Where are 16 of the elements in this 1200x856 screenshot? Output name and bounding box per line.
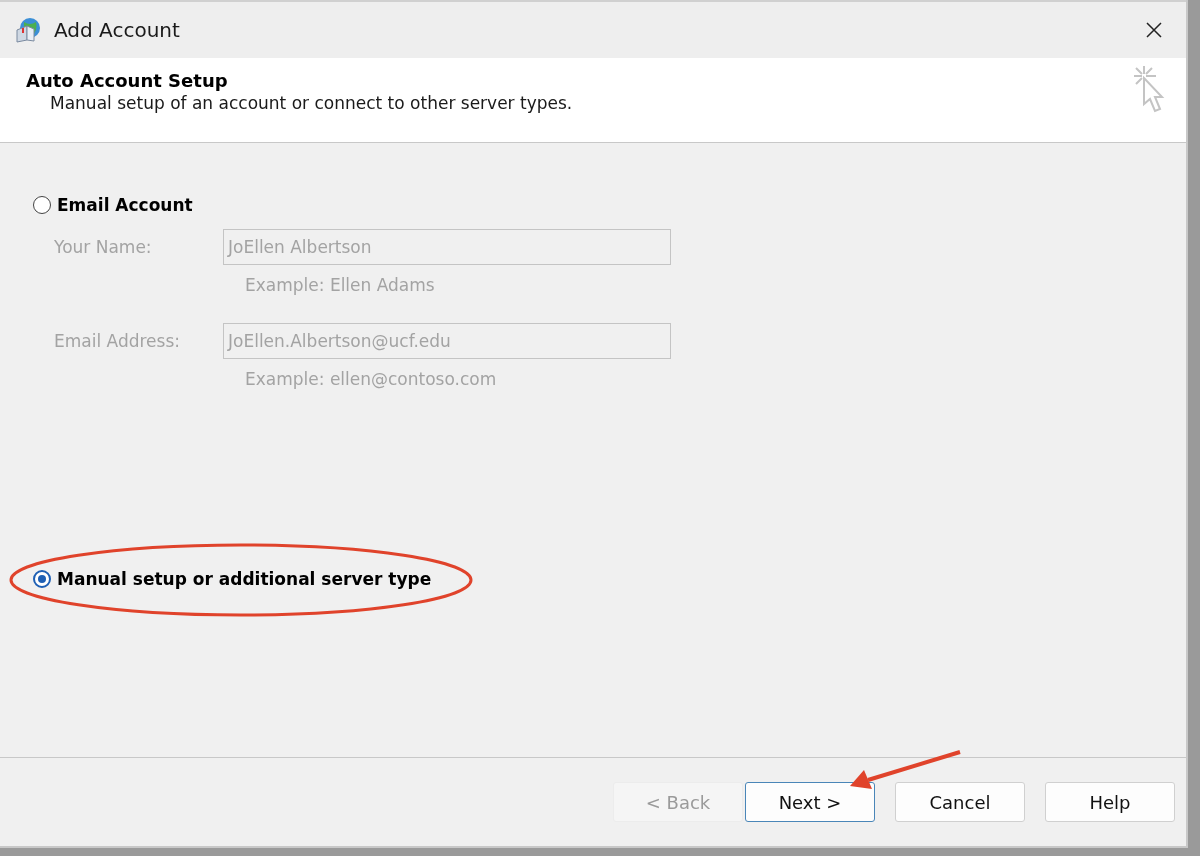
dialog-button[interactable]: Cancel xyxy=(895,782,1025,822)
dialog-button[interactable]: Next > xyxy=(745,782,875,822)
radio-label[interactable]: Manual setup or additional server type xyxy=(57,569,432,589)
radio-button[interactable] xyxy=(33,196,51,214)
header-subtitle: Manual setup of an account or connect to other server types. xyxy=(49,93,573,113)
window-title: Add Account xyxy=(54,18,181,42)
dialog-button[interactable]: Help xyxy=(1045,782,1175,822)
header-title: Auto Account Setup xyxy=(26,70,229,91)
field-label: Email Address: xyxy=(54,331,181,351)
close-icon xyxy=(1146,22,1162,38)
field-label: Your Name: xyxy=(54,237,153,257)
example-hint: Example: Ellen Adams xyxy=(245,275,436,295)
mail-globe-icon xyxy=(14,16,42,44)
radio-label[interactable]: Email Account xyxy=(57,195,193,215)
example-hint: Example: ellen@contoso.com xyxy=(245,369,498,389)
radio-button[interactable] xyxy=(33,570,51,588)
